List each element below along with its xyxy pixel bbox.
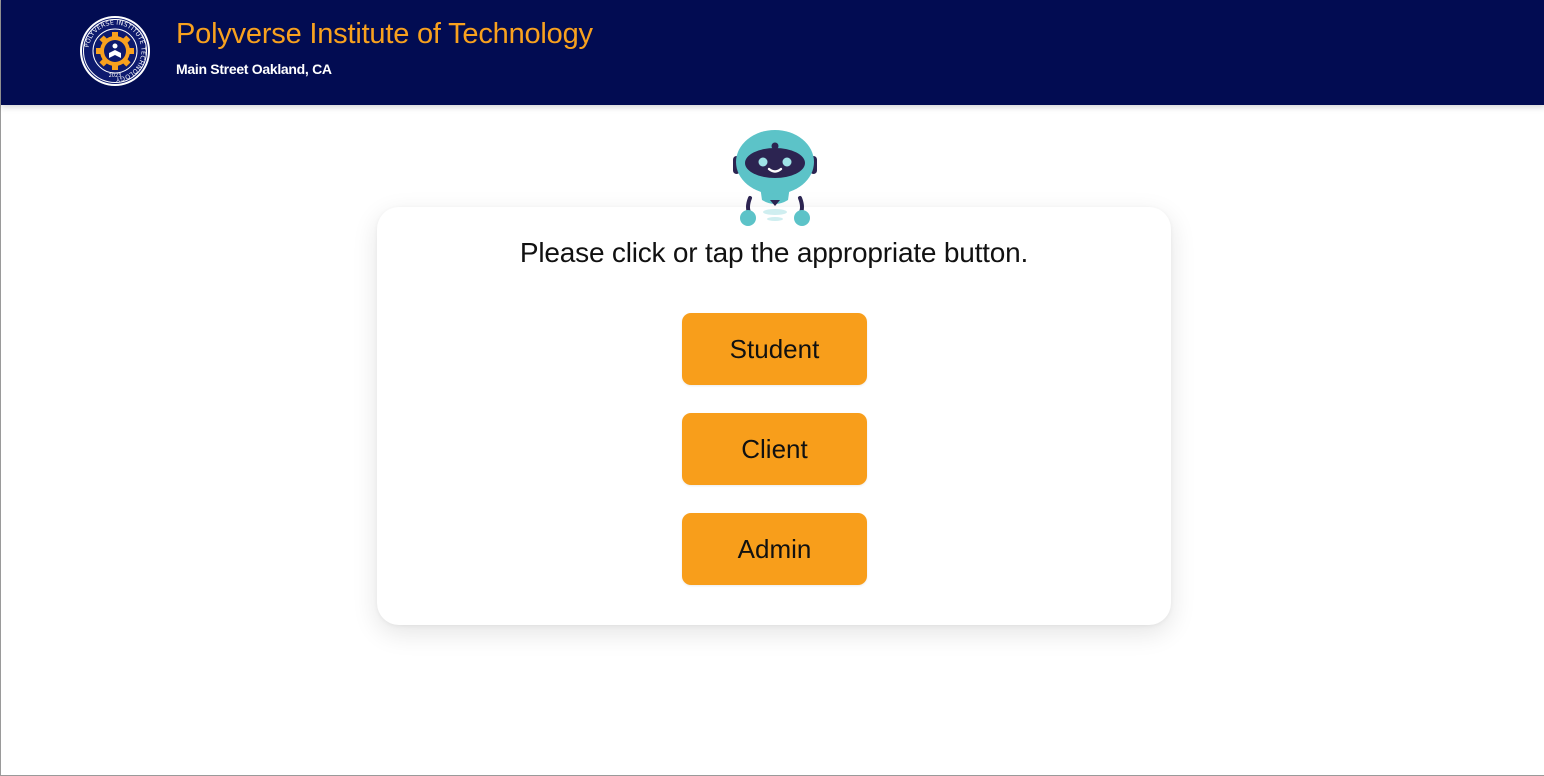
robot-mascot-icon — [728, 126, 822, 228]
institute-logo-icon[interactable]: POLYVERSE INSTITUTE TECHNOLOGY 2023 — [79, 15, 151, 87]
logo-year: 2023 — [109, 73, 122, 79]
instruction-text: Please click or tap the appropriate butt… — [519, 237, 1029, 268]
institute-name: Polyverse Institute of Technology — [176, 18, 593, 50]
site-header: POLYVERSE INSTITUTE TECHNOLOGY 2023 Poly… — [1, 0, 1544, 105]
institute-address: Main Street Oakland, CA — [176, 61, 332, 77]
student-button[interactable]: Student — [682, 313, 867, 385]
client-button[interactable]: Client — [682, 413, 867, 485]
admin-button[interactable]: Admin — [682, 513, 867, 585]
role-selection-card: Please click or tap the appropriate butt… — [377, 207, 1171, 625]
